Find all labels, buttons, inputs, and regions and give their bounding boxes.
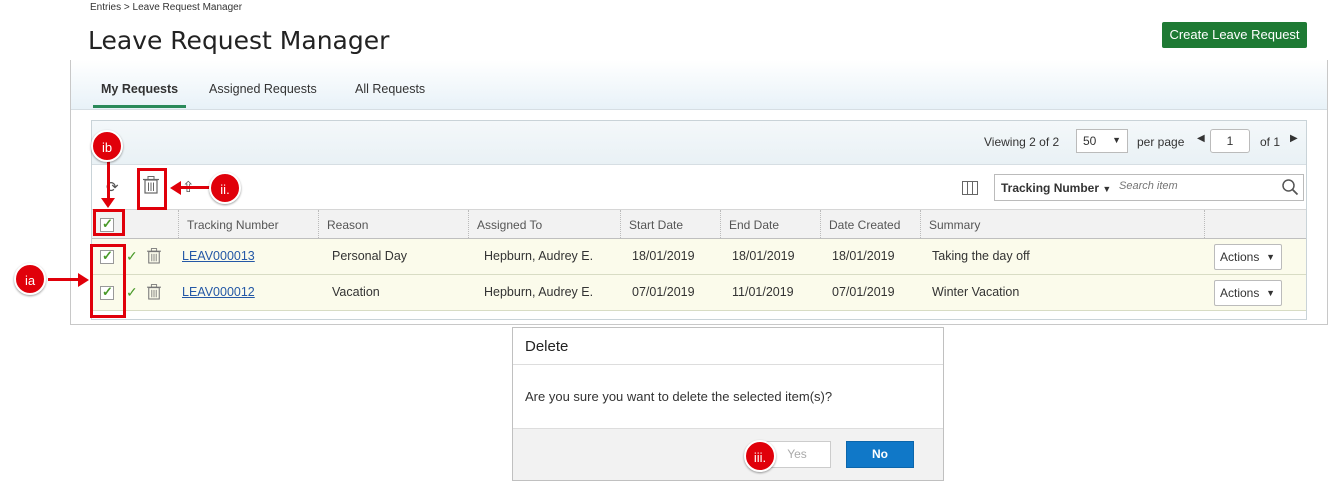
next-page-icon[interactable]: ▶ [1290,133,1298,144]
column-header-start-date[interactable]: Start Date [620,210,720,240]
approve-icon[interactable]: ✓ [126,275,138,311]
tab-assigned-requests[interactable]: Assigned Requests [209,82,317,108]
column-header-date-created[interactable]: Date Created [820,210,920,240]
column-header-assigned-to[interactable]: Assigned To [468,210,618,240]
callout-marker-ii: ii. [209,172,241,204]
chevron-down-icon: ▼ [1102,184,1112,194]
columns-icon[interactable] [962,181,978,195]
summary-cell: Winter Vacation [932,285,1020,299]
assigned-to-cell: Hepburn, Audrey E. [484,285,594,299]
column-header-tracking-number[interactable]: Tracking Number [178,210,318,240]
column-header-reason[interactable]: Reason [318,210,468,240]
main-panel: My Requests Assigned Requests All Reques… [70,60,1328,325]
callout-marker-ib: ib [91,130,123,162]
viewing-count: 2 of 2 [1029,135,1060,149]
reason-cell: Personal Day [332,249,408,263]
page: Entries > Leave Request Manager Leave Re… [0,0,1328,491]
start-date-cell: 18/01/2019 [632,249,695,263]
tracking-number-cell[interactable]: LEAV000013 [182,239,255,275]
callout-arrowhead-ia [78,273,89,287]
callout-box-select-all [93,209,125,236]
actions-dropdown[interactable]: Actions ▼ [1214,244,1282,270]
approve-icon[interactable]: ✓ [126,239,138,275]
tracking-number-cell[interactable]: LEAV000012 [182,275,255,311]
viewing-label: Viewing 2 of 2 [984,135,1059,149]
dialog-divider [513,364,943,365]
dialog-message: Are you sure you want to delete the sele… [525,389,833,404]
per-page-label: per page [1137,135,1185,149]
no-button[interactable]: No [846,441,914,468]
callout-marker-ia: ia [14,263,46,295]
callout-box-row-checkboxes [90,244,126,318]
date-created-cell: 07/01/2019 [832,285,895,299]
search-icon[interactable] [1281,178,1299,196]
reason-cell: Vacation [332,285,380,299]
callout-arrowhead-ii [170,181,181,195]
callout-arrow-ia [48,278,80,281]
chevron-down-icon: ▼ [1266,288,1275,298]
actions-dropdown[interactable]: Actions ▼ [1214,280,1282,306]
actions-label: Actions [1220,250,1260,264]
search-input[interactable] [1119,180,1279,192]
page-title: Leave Request Manager [88,26,390,55]
table-header: Tracking Number Reason Assigned To Start… [92,209,1306,240]
actions-label: Actions [1220,286,1260,300]
callout-arrowhead-ib [101,198,115,208]
per-page-select[interactable]: 50 ▼ [1076,129,1128,153]
per-page-value: 50 [1083,134,1097,148]
table-row[interactable]: ✓ LEAV000013 Personal Day Hepburn, Audre… [92,239,1306,275]
tracking-number-link[interactable]: LEAV000012 [182,285,255,299]
breadcrumb[interactable]: Entries > Leave Request Manager [90,2,242,13]
callout-marker-iii: iii. [744,440,776,472]
dialog-footer: Yes No [513,428,943,480]
start-date-cell: 07/01/2019 [632,285,695,299]
callout-arrow-ii [180,186,212,189]
callout-box-delete [137,168,167,210]
page-count-label: of 1 [1260,135,1281,149]
requests-grid: Viewing 2 of 2 50 ▼ per page ◀ 1 of 1 ▶ ⟳… [91,120,1307,320]
grid-pager-bar: Viewing 2 of 2 50 ▼ per page ◀ 1 of 1 ▶ [92,121,1306,165]
dialog-title: Delete [525,338,569,355]
column-header-end-date[interactable]: End Date [720,210,820,240]
delete-dialog: Delete Are you sure you want to delete t… [512,327,944,481]
end-date-cell: 11/01/2019 [732,285,794,299]
column-header-summary[interactable]: Summary [920,210,1204,240]
create-leave-request-button[interactable]: Create Leave Request [1162,22,1307,48]
summary-cell: Taking the day off [932,249,1030,263]
search-box: Tracking Number ▼ [994,174,1304,201]
end-date-cell: 18/01/2019 [732,249,795,263]
page-number-input[interactable]: 1 [1210,129,1250,153]
tracking-number-link[interactable]: LEAV000013 [182,249,255,263]
chevron-down-icon: ▼ [1266,252,1275,262]
row-delete-trash-icon[interactable] [147,284,161,300]
table-row[interactable]: ✓ LEAV000012 Vacation Hepburn, Audrey E.… [92,275,1306,311]
search-field-select[interactable]: Tracking Number ▼ [1001,181,1111,195]
date-created-cell: 18/01/2019 [832,249,895,263]
tabs-bar: My Requests Assigned Requests All Reques… [71,60,1327,110]
viewing-prefix: Viewing [984,135,1026,149]
assigned-to-cell: Hepburn, Audrey E. [484,249,594,263]
previous-page-icon[interactable]: ◀ [1197,133,1205,144]
tab-my-requests[interactable]: My Requests [93,82,187,108]
chevron-down-icon: ▼ [1112,135,1121,145]
column-header-actions [1204,210,1306,240]
search-field-label: Tracking Number [1001,181,1100,195]
tab-all-requests[interactable]: All Requests [355,82,425,108]
row-delete-trash-icon[interactable] [147,248,161,264]
